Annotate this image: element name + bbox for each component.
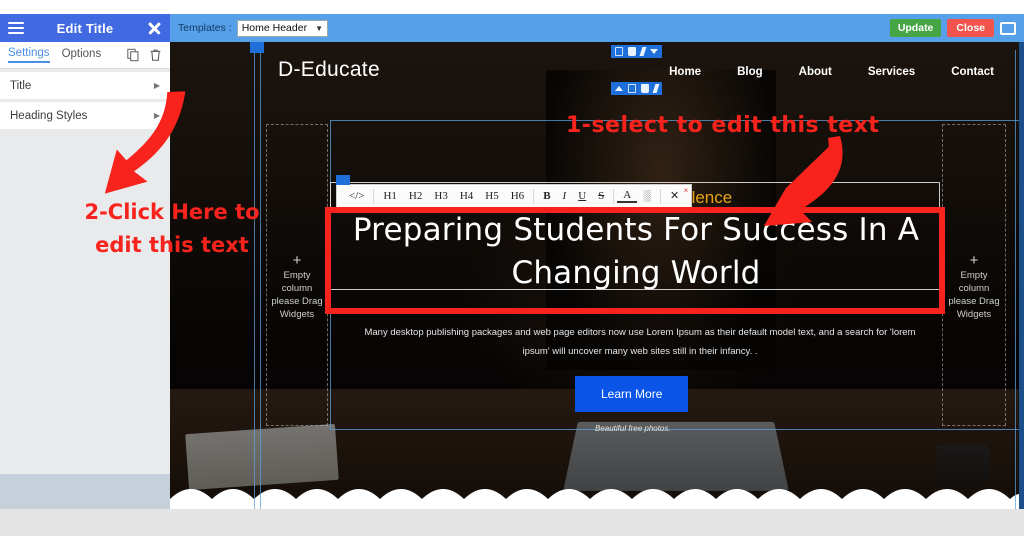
- caret-up-icon[interactable]: [615, 86, 623, 91]
- update-button[interactable]: Update: [889, 19, 942, 37]
- panel-title: Edit Title: [56, 20, 114, 36]
- copy-icon[interactable]: [127, 48, 140, 62]
- highlight-color-button[interactable]: ░: [637, 191, 657, 202]
- screenshot-root: Edit Title Settings Options Title ▶ Head…: [0, 0, 1024, 536]
- tab-settings[interactable]: Settings: [8, 47, 50, 63]
- heading-6-button[interactable]: H6: [505, 191, 530, 202]
- toolbar-close-icon[interactable]: ×: [684, 186, 689, 195]
- monitor-icon[interactable]: [1000, 21, 1016, 35]
- template-select[interactable]: Home Header ▼: [236, 19, 328, 37]
- trash-icon[interactable]: [641, 84, 649, 93]
- editor-handle-tab[interactable]: [336, 175, 350, 185]
- photo-credit-watermark: Beautiful free photos.: [595, 424, 671, 433]
- nav-item-contact[interactable]: Contact: [951, 66, 994, 78]
- toolbar-separator: [613, 189, 615, 204]
- code-view-icon[interactable]: </>: [343, 191, 370, 202]
- trash-icon[interactable]: [628, 47, 636, 56]
- tab-options[interactable]: Options: [62, 48, 102, 62]
- toolbar-separator: [533, 189, 535, 204]
- window-top-strip: [0, 0, 1024, 14]
- heading-2-button[interactable]: H2: [403, 191, 428, 202]
- toolbar-separator: [373, 189, 375, 204]
- widget-controls-bottom: [611, 82, 662, 95]
- copy-icon[interactable]: [628, 84, 636, 93]
- pencil-icon[interactable]: [639, 47, 647, 56]
- nav-item-services[interactable]: Services: [868, 66, 915, 78]
- widget-controls-top: [611, 45, 662, 58]
- window-bottom-strip: [0, 509, 1024, 536]
- setting-row-label: Heading Styles: [10, 109, 88, 122]
- clear-formatting-button[interactable]: ✕: [664, 191, 685, 202]
- annotation-step-2-line-1: 2-Click Here to: [84, 200, 260, 224]
- annotation-step-1: 1-select to edit this text: [566, 113, 880, 138]
- nav-item-about[interactable]: About: [799, 66, 832, 78]
- hero-subcopy[interactable]: Many desktop publishing packages and web…: [350, 323, 930, 361]
- empty-column-right[interactable]: + Empty column please Drag Widgets: [944, 253, 1004, 321]
- templates-label: Templates :: [178, 22, 232, 34]
- heading-1-button[interactable]: H1: [377, 191, 402, 202]
- bold-button[interactable]: B: [537, 191, 556, 202]
- empty-column-label: Empty column please Drag Widgets: [948, 270, 1000, 320]
- annotation-step-2-line-2: edit this text: [95, 233, 249, 257]
- template-selected-value: Home Header: [241, 22, 308, 34]
- panel-header: Edit Title: [0, 14, 170, 42]
- add-widget-plus-icon[interactable]: +: [944, 253, 1004, 268]
- caret-down-icon[interactable]: [650, 49, 658, 54]
- panel-tabs: Settings Options: [0, 42, 170, 69]
- empty-column-label: Empty column please Drag Widgets: [271, 270, 323, 320]
- rich-text-toolbar: </> H1 H2 H3 H4 H5 H6 B I U S A ░ ✕ ×: [336, 184, 693, 209]
- site-logo[interactable]: D-Educate: [278, 58, 380, 82]
- empty-column-left[interactable]: + Empty column please Drag Widgets: [267, 253, 327, 321]
- nav-item-blog[interactable]: Blog: [737, 66, 763, 78]
- italic-button[interactable]: I: [557, 191, 573, 202]
- nav-item-home[interactable]: Home: [669, 66, 701, 78]
- chevron-down-icon: ▼: [315, 23, 323, 33]
- widget-handle-tab[interactable]: [250, 42, 264, 53]
- hamburger-icon[interactable]: [8, 21, 24, 35]
- scalloped-divider: [170, 489, 1024, 509]
- panel-tab-icons: [127, 48, 162, 62]
- annotation-step-2: 2-Click Here to edit this text: [42, 196, 302, 262]
- topbar-actions: Update Close: [889, 19, 1016, 37]
- setting-row-label: Title: [10, 79, 32, 92]
- builder-topbar: Templates : Home Header ▼ Update Close: [170, 14, 1024, 42]
- close-icon[interactable]: [146, 20, 162, 36]
- panel-footer-area: [0, 474, 170, 509]
- learn-more-button[interactable]: Learn More: [575, 376, 689, 412]
- pencil-icon[interactable]: [652, 84, 660, 93]
- annotation-arrow-1: [764, 136, 843, 226]
- text-color-button[interactable]: A: [617, 190, 638, 203]
- underline-button[interactable]: U: [572, 191, 592, 202]
- heading-4-button[interactable]: H4: [454, 191, 479, 202]
- toolbar-separator: [660, 189, 662, 204]
- strikethrough-button[interactable]: S: [592, 191, 610, 202]
- annotation-arrow-2: [104, 91, 186, 194]
- canvas-right-rail: [1019, 42, 1024, 509]
- heading-5-button[interactable]: H5: [479, 191, 504, 202]
- close-button[interactable]: Close: [947, 19, 994, 37]
- site-navigation: Home Blog About Services Contact: [669, 66, 994, 78]
- trash-icon[interactable]: [149, 48, 162, 62]
- heading-3-button[interactable]: H3: [428, 191, 453, 202]
- copy-icon[interactable]: [615, 47, 623, 56]
